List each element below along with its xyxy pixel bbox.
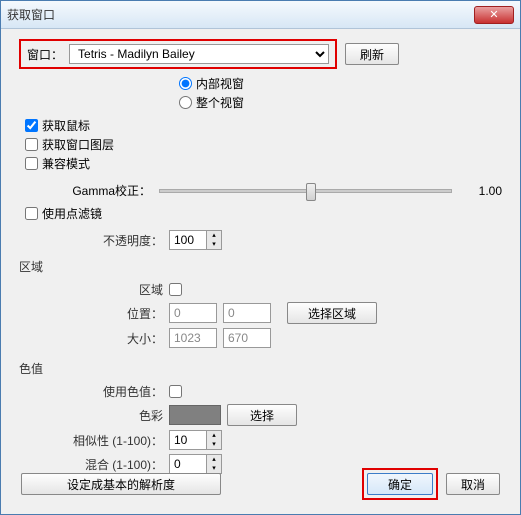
radio-whole-view[interactable]: 整个视窗 <box>179 94 502 111</box>
opacity-down[interactable]: ▾ <box>207 240 221 249</box>
region-section-title: 区域 <box>19 258 502 275</box>
gamma-value: 1.00 <box>462 184 502 198</box>
region-chk-row: 区域 <box>19 281 502 298</box>
radio-inner-input[interactable] <box>179 77 192 90</box>
gamma-row: Gamma校正： 1.00 <box>19 182 502 199</box>
pos-x-input[interactable] <box>169 303 217 323</box>
chk-capture-cursor[interactable]: 获取鼠标 <box>25 117 502 134</box>
opacity-row: 不透明度： ▴▾ <box>19 230 502 250</box>
opacity-input[interactable] <box>169 230 207 250</box>
color-swatch[interactable] <box>169 405 221 425</box>
similarity-down[interactable]: ▾ <box>207 440 221 449</box>
set-basic-resolution-button[interactable]: 设定成基本的解析度 <box>21 473 221 495</box>
similarity-input[interactable] <box>169 430 207 450</box>
position-label: 位置： <box>19 305 169 322</box>
window-dropdown[interactable]: Tetris - Madilyn Bailey <box>69 44 329 64</box>
region-checkbox[interactable] <box>169 283 182 296</box>
capture-window-dialog: 获取窗口 ✕ 窗口： Tetris - Madilyn Bailey 刷新 内部… <box>0 0 521 515</box>
use-color-checkbox[interactable] <box>169 385 182 398</box>
opacity-spinner[interactable]: ▴▾ <box>169 230 222 250</box>
chk-capture-layers[interactable]: 获取窗口图层 <box>25 136 502 153</box>
highlight-ok-button: 确定 <box>362 468 438 497</box>
view-mode-group: 内部视窗 整个视窗 <box>179 75 502 111</box>
color-select-button[interactable]: 选择 <box>227 404 297 426</box>
similarity-up[interactable]: ▴ <box>207 431 221 440</box>
use-color-row: 使用色值： <box>19 383 502 400</box>
opacity-label: 不透明度： <box>19 232 169 249</box>
gamma-label: Gamma校正： <box>19 182 151 199</box>
options-checklist: 获取鼠标 获取窗口图层 兼容模式 <box>19 117 502 172</box>
size-h-input[interactable] <box>223 328 271 348</box>
highlight-window-select: 窗口： Tetris - Madilyn Bailey <box>19 39 337 69</box>
gamma-slider[interactable] <box>159 189 452 193</box>
titlebar: 获取窗口 ✕ <box>1 1 520 29</box>
cancel-button[interactable]: 取消 <box>446 473 500 495</box>
window-title: 获取窗口 <box>7 6 474 23</box>
size-row: 大小： <box>19 328 502 348</box>
similarity-row: 相似性 (1-100)： ▴▾ <box>19 430 502 450</box>
chk-capture-cursor-input[interactable] <box>25 119 38 132</box>
radio-inner-view[interactable]: 内部视窗 <box>179 75 502 92</box>
chk-point-filter[interactable]: 使用点滤镜 <box>25 205 502 222</box>
chk-capture-layers-input[interactable] <box>25 138 38 151</box>
dialog-footer: 设定成基本的解析度 确定 取消 <box>21 468 500 497</box>
color-section-title: 色值 <box>19 360 502 377</box>
refresh-button[interactable]: 刷新 <box>345 43 399 65</box>
position-row: 位置： 选择区域 <box>19 302 502 324</box>
radio-whole-input[interactable] <box>179 96 192 109</box>
chk-compat-mode-input[interactable] <box>25 157 38 170</box>
window-select-row: 窗口： Tetris - Madilyn Bailey 刷新 <box>19 39 502 69</box>
close-button[interactable]: ✕ <box>474 6 514 24</box>
use-color-label: 使用色值： <box>19 383 169 400</box>
opacity-up[interactable]: ▴ <box>207 231 221 240</box>
similarity-label: 相似性 (1-100)： <box>19 432 169 449</box>
ok-button[interactable]: 确定 <box>367 473 433 495</box>
chk-compat-mode[interactable]: 兼容模式 <box>25 155 502 172</box>
chk-point-filter-input[interactable] <box>25 207 38 220</box>
pos-y-input[interactable] <box>223 303 271 323</box>
dialog-content: 窗口： Tetris - Madilyn Bailey 刷新 内部视窗 整个视窗… <box>1 29 520 497</box>
select-region-button[interactable]: 选择区域 <box>287 302 377 324</box>
size-label: 大小： <box>19 330 169 347</box>
region-chk-label: 区域 <box>19 281 169 298</box>
gamma-thumb[interactable] <box>306 183 316 201</box>
color-label: 色彩 <box>19 407 169 424</box>
color-pick-row: 色彩 选择 <box>19 404 502 426</box>
blend-up[interactable]: ▴ <box>207 455 221 464</box>
window-label: 窗口： <box>27 46 63 63</box>
similarity-spinner[interactable]: ▴▾ <box>169 430 222 450</box>
size-w-input[interactable] <box>169 328 217 348</box>
